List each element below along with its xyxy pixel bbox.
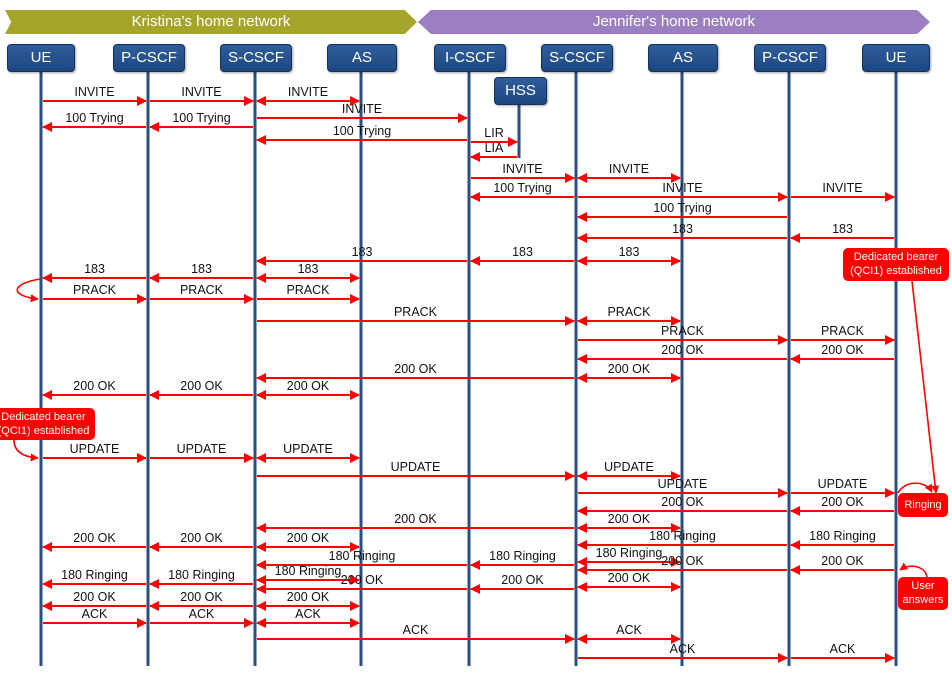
message-label: 200 OK bbox=[287, 531, 330, 545]
note-ringing: Ringing bbox=[898, 493, 948, 517]
message-label: 183 bbox=[832, 222, 853, 236]
message-label: LIR bbox=[484, 126, 503, 140]
message-label: ACK bbox=[82, 607, 108, 621]
message-label: 200 OK bbox=[501, 573, 544, 587]
message-label: 200 OK bbox=[73, 379, 116, 393]
note-user-answers: User answers bbox=[898, 577, 948, 610]
message-label: UPDATE bbox=[391, 460, 441, 474]
message-label: INVITE bbox=[74, 85, 114, 99]
message-label: 200 OK bbox=[287, 379, 330, 393]
message-label: 180 Ringing bbox=[489, 549, 556, 563]
jennifer-network-banner: Jennifer's home network bbox=[418, 10, 930, 34]
node-pcscf-kristina: P-CSCF bbox=[113, 44, 185, 72]
message-label: ACK bbox=[670, 642, 696, 656]
message-label: 200 OK bbox=[821, 343, 864, 357]
node-scscf-jennifer: S-CSCF bbox=[541, 44, 613, 72]
message-label: UPDATE bbox=[818, 477, 868, 491]
message-label: PRACK bbox=[73, 283, 117, 297]
message-label: 200 OK bbox=[608, 512, 651, 526]
user-answers-curve-arrow bbox=[899, 562, 928, 578]
ringing-curve-arrow bbox=[897, 482, 933, 494]
message-label: 200 OK bbox=[661, 495, 704, 509]
message-label: PRACK bbox=[607, 305, 651, 319]
message-label: UPDATE bbox=[177, 442, 227, 456]
message-label: 180 Ringing bbox=[809, 529, 876, 543]
message-label: 180 Ringing bbox=[61, 568, 128, 582]
message-label: 200 OK bbox=[341, 573, 384, 587]
message-label: 200 OK bbox=[180, 590, 223, 604]
message-label: 100 Trying bbox=[333, 124, 391, 138]
message-label: 183 bbox=[619, 245, 640, 259]
node-ue-kristina: UE bbox=[7, 44, 75, 72]
message-label: 200 OK bbox=[73, 531, 116, 545]
message-label: PRACK bbox=[394, 305, 438, 319]
message-label: INVITE bbox=[822, 181, 862, 195]
message-label: INVITE bbox=[288, 85, 328, 99]
bearer-left-note-arrow bbox=[13, 439, 39, 462]
message-label: INVITE bbox=[181, 85, 221, 99]
message-label: 200 OK bbox=[394, 512, 437, 526]
node-hss: HSS bbox=[494, 77, 547, 105]
note-dedicated-bearer-jennifer: Dedicated bearer (QCI1) established bbox=[843, 248, 949, 281]
message-label: 100 Trying bbox=[493, 181, 551, 195]
message-label: ACK bbox=[830, 642, 856, 656]
message-label: 180 Ringing bbox=[649, 529, 716, 543]
message-label: ACK bbox=[295, 607, 321, 621]
message-label: 100 Trying bbox=[172, 111, 230, 125]
message-label: PRACK bbox=[180, 283, 224, 297]
message-label: LIA bbox=[485, 141, 504, 155]
message-label: PRACK bbox=[661, 324, 705, 338]
message-label: INVITE bbox=[502, 162, 542, 176]
sequence-diagram: INVITE INVITE INVITE INVITE 100 Trying 100 Tr… bbox=[13, 70, 940, 666]
message-label: INVITE bbox=[609, 162, 649, 176]
message-label: 183 bbox=[298, 262, 319, 276]
message-label: 183 bbox=[352, 245, 373, 259]
node-as-kristina: AS bbox=[327, 44, 397, 72]
message-label: INVITE bbox=[662, 181, 702, 195]
message-label: ACK bbox=[189, 607, 215, 621]
message-label: UPDATE bbox=[283, 442, 333, 456]
message-label: 180 Ringing bbox=[275, 564, 342, 578]
message-label: PRACK bbox=[821, 324, 865, 338]
node-ue-jennifer: UE bbox=[862, 44, 930, 72]
message-label: UPDATE bbox=[70, 442, 120, 456]
message-label: 200 OK bbox=[661, 554, 704, 568]
node-scscf-kristina: S-CSCF bbox=[220, 44, 292, 72]
message-label: 200 OK bbox=[661, 343, 704, 357]
bearer-right-note-arrow bbox=[911, 280, 940, 494]
message-label: 100 Trying bbox=[65, 111, 123, 125]
message-label: ACK bbox=[616, 623, 642, 637]
message-label: 200 OK bbox=[821, 495, 864, 509]
message-label: 180 Ringing bbox=[329, 549, 396, 563]
note-dedicated-bearer-kristina: Dedicated bearer (QCI1) established bbox=[0, 408, 95, 440]
message-label: 180 Ringing bbox=[168, 568, 235, 582]
message-label: UPDATE bbox=[658, 477, 708, 491]
message-label: 200 OK bbox=[821, 554, 864, 568]
message-label: 180 Ringing bbox=[596, 546, 663, 560]
message-label: 100 Trying bbox=[653, 201, 711, 215]
message-label: ACK bbox=[403, 623, 429, 637]
message-label: INVITE bbox=[342, 102, 382, 116]
kristina-network-banner: Kristina's home network bbox=[5, 10, 417, 34]
bearer-left-curve-arrow bbox=[16, 278, 41, 303]
message-label: 183 bbox=[84, 262, 105, 276]
message-label: 200 OK bbox=[608, 362, 651, 376]
message-label: 200 OK bbox=[608, 571, 651, 585]
node-as-jennifer: AS bbox=[648, 44, 718, 72]
message-label: 200 OK bbox=[287, 590, 330, 604]
message-label: 183 bbox=[191, 262, 212, 276]
message-label: 200 OK bbox=[180, 379, 223, 393]
message-label: 200 OK bbox=[394, 362, 437, 376]
message-label: 183 bbox=[672, 222, 693, 236]
node-pcscf-jennifer: P-CSCF bbox=[754, 44, 826, 72]
message-label: PRACK bbox=[286, 283, 330, 297]
message-label: 200 OK bbox=[180, 531, 223, 545]
message-label: UPDATE bbox=[604, 460, 654, 474]
message-label: 200 OK bbox=[73, 590, 116, 604]
node-icscf: I-CSCF bbox=[434, 44, 506, 72]
message-label: 183 bbox=[512, 245, 533, 259]
